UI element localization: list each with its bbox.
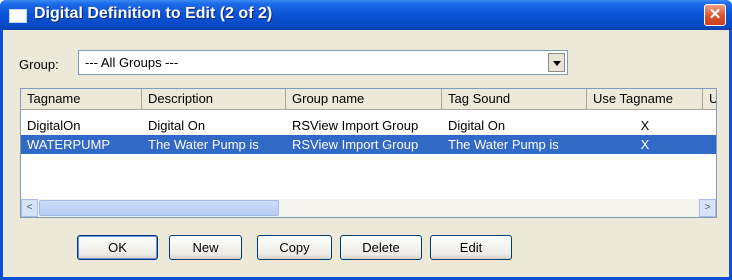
close-icon: ✕ bbox=[708, 6, 722, 23]
delete-button[interactable]: Delete bbox=[340, 235, 422, 260]
column-header-use-tagname[interactable]: Use Tagname bbox=[587, 89, 703, 110]
close-button[interactable]: ✕ bbox=[704, 4, 726, 26]
cell-group-name: RSView Import Group bbox=[292, 118, 419, 133]
ok-button[interactable]: OK bbox=[77, 235, 158, 260]
column-header-tag-sound[interactable]: Tag Sound bbox=[442, 89, 587, 110]
column-header-tagname[interactable]: Tagname bbox=[21, 89, 142, 110]
cell-use-tagname: X bbox=[640, 118, 650, 133]
column-header-u[interactable]: U bbox=[703, 89, 716, 110]
cell-tagname: DigitalOn bbox=[27, 118, 81, 133]
scroll-left-button[interactable]: < bbox=[21, 199, 38, 217]
title-bar[interactable]: Digital Definition to Edit (2 of 2) ✕ bbox=[0, 0, 732, 30]
window-icon bbox=[9, 9, 27, 23]
column-header-group-name[interactable]: Group name bbox=[286, 89, 442, 110]
chevron-down-icon[interactable] bbox=[548, 53, 565, 72]
cell-use-tagname: X bbox=[640, 137, 650, 152]
scroll-right-button[interactable]: > bbox=[699, 199, 716, 217]
table-row[interactable]: WATERPUMP The Water Pump is RSView Impor… bbox=[21, 135, 716, 154]
cell-description: Digital On bbox=[148, 118, 206, 133]
cell-tag-sound: The Water Pump is bbox=[448, 137, 559, 152]
group-label: Group: bbox=[19, 57, 59, 72]
column-header-description[interactable]: Description bbox=[142, 89, 286, 110]
group-dropdown[interactable]: --- All Groups --- bbox=[78, 50, 568, 75]
tag-list[interactable]: Tagname Description Group name Tag Sound… bbox=[20, 88, 717, 218]
cell-group-name: RSView Import Group bbox=[292, 137, 419, 152]
edit-button[interactable]: Edit bbox=[430, 235, 512, 260]
new-button[interactable]: New bbox=[169, 235, 242, 260]
cell-description: The Water Pump is bbox=[148, 137, 259, 152]
horizontal-scrollbar[interactable]: < > bbox=[21, 199, 716, 217]
cell-tag-sound: Digital On bbox=[448, 118, 506, 133]
copy-button[interactable]: Copy bbox=[257, 235, 332, 260]
window-title: Digital Definition to Edit (2 of 2) bbox=[34, 5, 273, 22]
list-header: Tagname Description Group name Tag Sound… bbox=[21, 89, 716, 110]
table-row[interactable]: DigitalOn Digital On RSView Import Group… bbox=[21, 116, 716, 135]
group-dropdown-value: --- All Groups --- bbox=[85, 55, 179, 70]
cell-tagname: WATERPUMP bbox=[27, 137, 111, 152]
scrollbar-thumb[interactable] bbox=[39, 200, 279, 216]
